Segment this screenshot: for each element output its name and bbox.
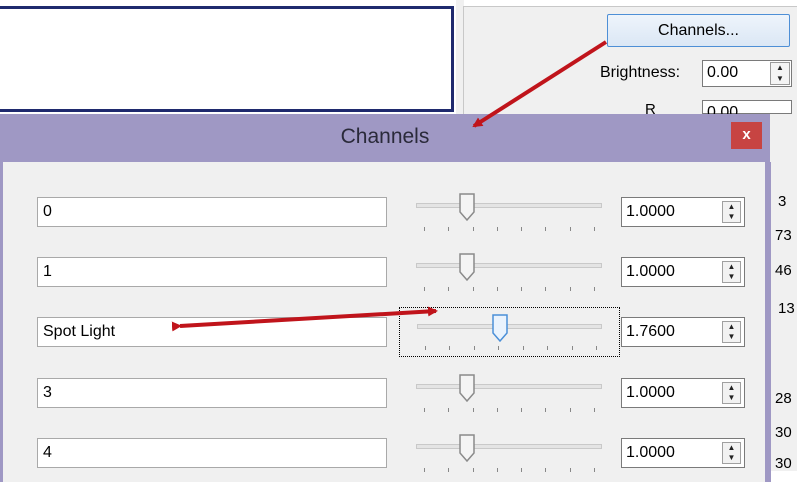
annotation-arrows xyxy=(171,40,608,332)
arrow-spotlight-slider xyxy=(171,306,438,332)
arrow-to-dialog-title xyxy=(472,40,608,128)
